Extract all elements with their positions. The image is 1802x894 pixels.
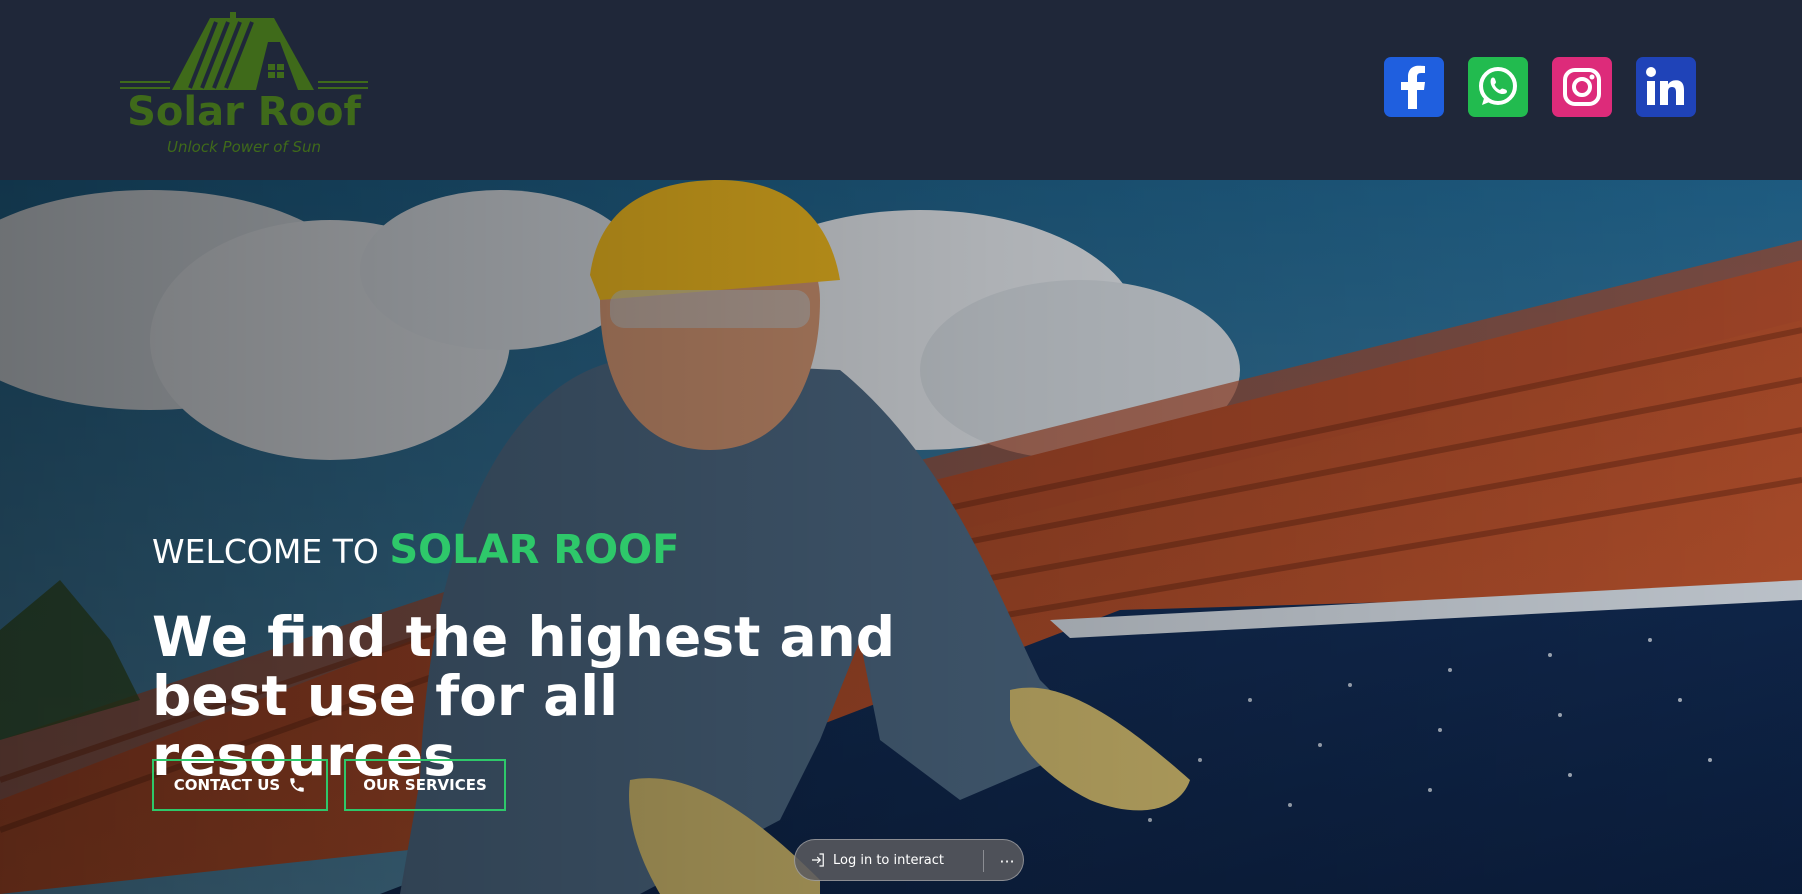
linkedin-link[interactable] [1636, 57, 1696, 117]
logo-name: Solar Roof [127, 89, 361, 135]
login-label: Log in to interact [833, 852, 945, 868]
contact-us-button[interactable]: CONTACT US [152, 759, 328, 811]
phone-icon [290, 778, 304, 792]
house-roof-logo-icon [120, 12, 368, 90]
hero-section: WELCOME TO SOLAR ROOF We find the highes… [0, 180, 1802, 894]
our-services-label: OUR SERVICES [363, 776, 487, 794]
facebook-icon [1401, 65, 1425, 109]
logo-tagline: Unlock Power of Sun [167, 138, 321, 156]
instagram-icon [1563, 68, 1601, 106]
instagram-link[interactable] [1552, 57, 1612, 117]
site-header: Solar Roof Unlock Power of Sun [0, 0, 1802, 180]
headline-line-1: We find the highest and [152, 605, 896, 669]
our-services-button[interactable]: OUR SERVICES [344, 759, 506, 811]
contact-us-label: CONTACT US [173, 776, 281, 794]
welcome-prefix: WELCOME TO [152, 532, 379, 571]
welcome-brand: SOLAR ROOF [389, 527, 680, 573]
facebook-link[interactable] [1384, 57, 1444, 117]
whatsapp-icon [1479, 67, 1517, 105]
login-to-interact-bar[interactable]: Log in to interact ··· [794, 839, 1024, 881]
whatsapp-link[interactable] [1468, 57, 1528, 117]
welcome-heading: WELCOME TO SOLAR ROOF [152, 528, 679, 572]
site-logo[interactable]: Solar Roof Unlock Power of Sun [118, 12, 370, 162]
pill-divider [983, 850, 984, 872]
login-arrow-icon [812, 853, 824, 867]
linkedin-icon [1646, 67, 1684, 105]
more-icon[interactable]: ··· [993, 840, 1021, 882]
